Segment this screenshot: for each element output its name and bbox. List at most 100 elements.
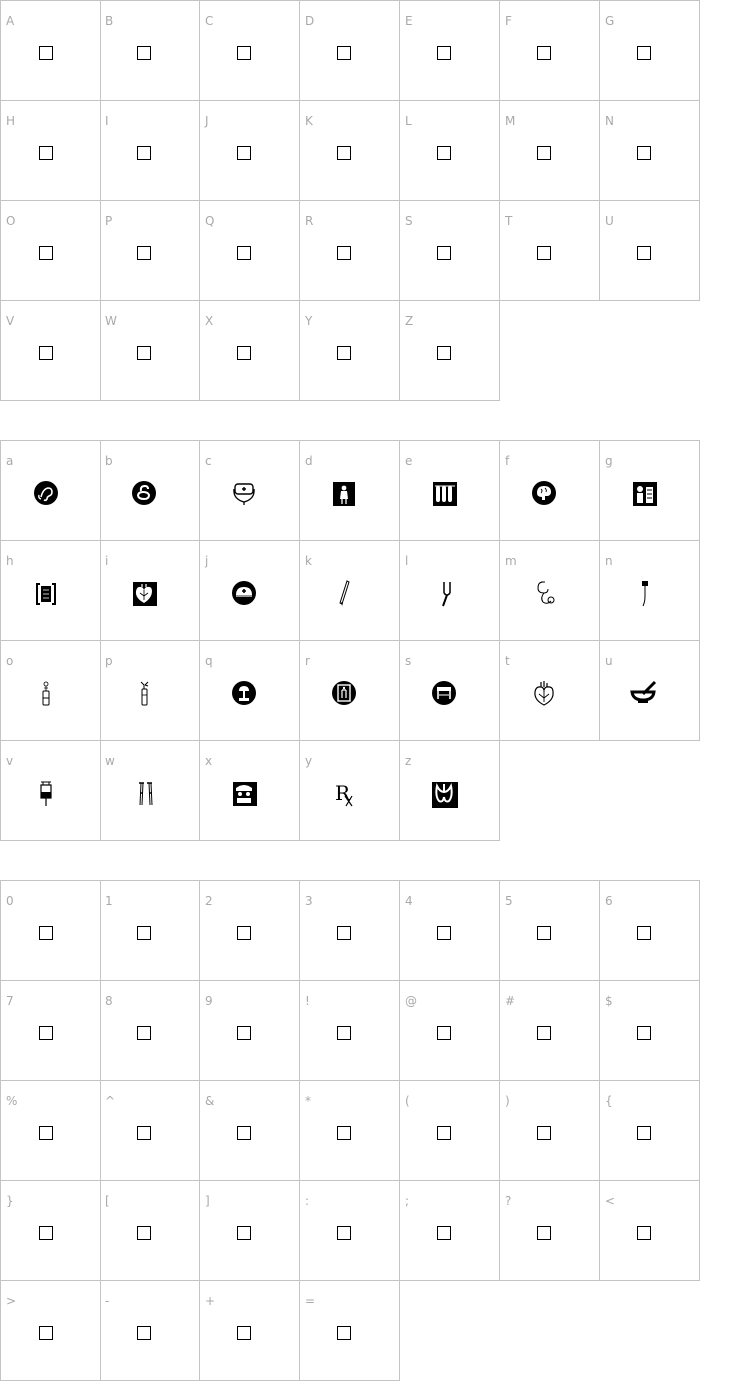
- glyph-cell: g: [600, 440, 700, 541]
- glyph-key-label: +: [205, 1294, 216, 1308]
- missing-glyph-icon: [429, 918, 459, 948]
- uppercase-glyph-grid: A B C D E F G H I J K L M N O P Q R S T U V W X Y Z: [0, 0, 701, 401]
- missing-glyph-icon: [129, 1218, 159, 1248]
- glyph-cell: s: [400, 641, 500, 741]
- glyph-cell: >: [0, 1281, 101, 1381]
- glyph-cell: 4: [400, 880, 500, 981]
- glyph-key-label: A: [6, 14, 15, 28]
- glyph-cell: -: [100, 1281, 200, 1381]
- thermometer-icon: [329, 578, 359, 608]
- glyph-key-label: ]: [205, 1194, 210, 1208]
- missing-glyph-icon: [329, 1018, 359, 1048]
- doorway-circle-icon: [329, 678, 359, 708]
- glyph-cell: V: [0, 301, 101, 401]
- glyph-key-label: j: [205, 554, 209, 568]
- missing-glyph-icon: [329, 138, 359, 168]
- glyph-cell: {: [600, 1081, 700, 1181]
- tuning-fork-icon: [429, 578, 459, 608]
- missing-glyph-icon: [31, 1018, 61, 1048]
- glyph-key-label: n: [605, 554, 613, 568]
- rx-symbol-icon: R: [329, 778, 359, 808]
- glyph-cell: (: [400, 1081, 500, 1181]
- glyph-key-label: J: [205, 114, 209, 128]
- glyph-key-label: -: [105, 1294, 110, 1308]
- glyph-cell: M: [500, 101, 600, 201]
- glyph-cell: J: [200, 101, 300, 201]
- glyph-cell: A: [0, 0, 101, 101]
- glyph-key-label: Y: [305, 314, 313, 328]
- swab-tube-icon: [129, 678, 159, 708]
- missing-glyph-icon: [129, 338, 159, 368]
- stethoscope-icon: [529, 578, 559, 608]
- glyph-key-label: >: [6, 1294, 17, 1308]
- missing-glyph-icon: [529, 138, 559, 168]
- missing-glyph-icon: [129, 918, 159, 948]
- glyph-cell: 5: [500, 880, 600, 981]
- missing-glyph-icon: [31, 338, 61, 368]
- glyph-cell: $: [600, 981, 700, 1081]
- missing-glyph-icon: [429, 1018, 459, 1048]
- missing-glyph-icon: [629, 38, 659, 68]
- glyph-cell: v: [0, 741, 101, 841]
- glyph-key-label: !: [305, 994, 310, 1008]
- bed-circle-icon: [429, 678, 459, 708]
- missing-glyph-icon: [329, 1218, 359, 1248]
- missing-glyph-icon: [31, 1318, 61, 1348]
- glyph-key-label: P: [105, 214, 113, 228]
- glyph-cell: u: [600, 641, 700, 741]
- glyph-key-label: 0: [6, 894, 14, 908]
- glyph-key-label: k: [305, 554, 312, 568]
- glyph-cell: 1: [100, 880, 200, 981]
- glyph-cell: b: [100, 440, 200, 541]
- missing-glyph-icon: [129, 1118, 159, 1148]
- glyph-key-label: <: [605, 1194, 616, 1208]
- brain-circle-icon: [529, 478, 559, 508]
- glyph-cell: q: [200, 641, 300, 741]
- missing-glyph-icon: [429, 1118, 459, 1148]
- glyph-cell: o: [0, 641, 101, 741]
- missing-glyph-icon: [529, 1218, 559, 1248]
- missing-glyph-icon: [129, 138, 159, 168]
- glyph-cell: 2: [200, 880, 300, 981]
- missing-glyph-icon: [629, 1218, 659, 1248]
- glyph-key-label: &: [205, 1094, 215, 1108]
- glyph-key-label: s: [405, 654, 412, 668]
- glyph-key-label: X: [205, 314, 214, 328]
- glyph-key-label: z: [405, 754, 412, 768]
- glyph-key-label: V: [6, 314, 15, 328]
- microscope-circle-icon: [229, 678, 259, 708]
- glyph-key-label: v: [6, 754, 14, 768]
- glyph-key-label: }: [6, 1194, 14, 1208]
- glyph-key-label: 4: [405, 894, 413, 908]
- lowercase-glyph-grid: abcdefghijklmnopqrstuvwxyRz: [0, 440, 701, 841]
- glyph-key-label: S: [405, 214, 413, 228]
- glyph-key-label: e: [405, 454, 413, 468]
- glyph-key-label: x: [205, 754, 213, 768]
- glyph-key-label: $: [605, 994, 613, 1008]
- glyph-cell: x: [200, 741, 300, 841]
- glyph-cell: 0: [0, 880, 101, 981]
- glyph-key-label: D: [305, 14, 315, 28]
- missing-glyph-icon: [329, 918, 359, 948]
- glyph-cell: [: [100, 1181, 200, 1281]
- glyph-key-label: q: [205, 654, 213, 668]
- glyph-cell: d: [300, 440, 400, 541]
- crutches-icon: [129, 778, 159, 808]
- glyph-cell: r: [300, 641, 400, 741]
- missing-glyph-icon: [31, 138, 61, 168]
- glyph-cell: 7: [0, 981, 101, 1081]
- glyph-key-label: f: [505, 454, 510, 468]
- glyph-key-label: R: [305, 214, 314, 228]
- glyph-key-label: W: [105, 314, 117, 328]
- glyph-cell: *: [300, 1081, 400, 1181]
- glyph-key-label: 2: [205, 894, 213, 908]
- glyph-cell: e: [400, 440, 500, 541]
- glyph-cell: z: [400, 741, 500, 841]
- glyph-cell: l: [400, 541, 500, 641]
- missing-glyph-icon: [329, 1118, 359, 1148]
- glyph-cell: a: [0, 440, 101, 541]
- glyph-cell: R: [300, 201, 400, 301]
- stethoscope-kit-icon: [229, 478, 259, 508]
- glyph-cell: ): [500, 1081, 600, 1181]
- heart-square-icon: [129, 578, 159, 608]
